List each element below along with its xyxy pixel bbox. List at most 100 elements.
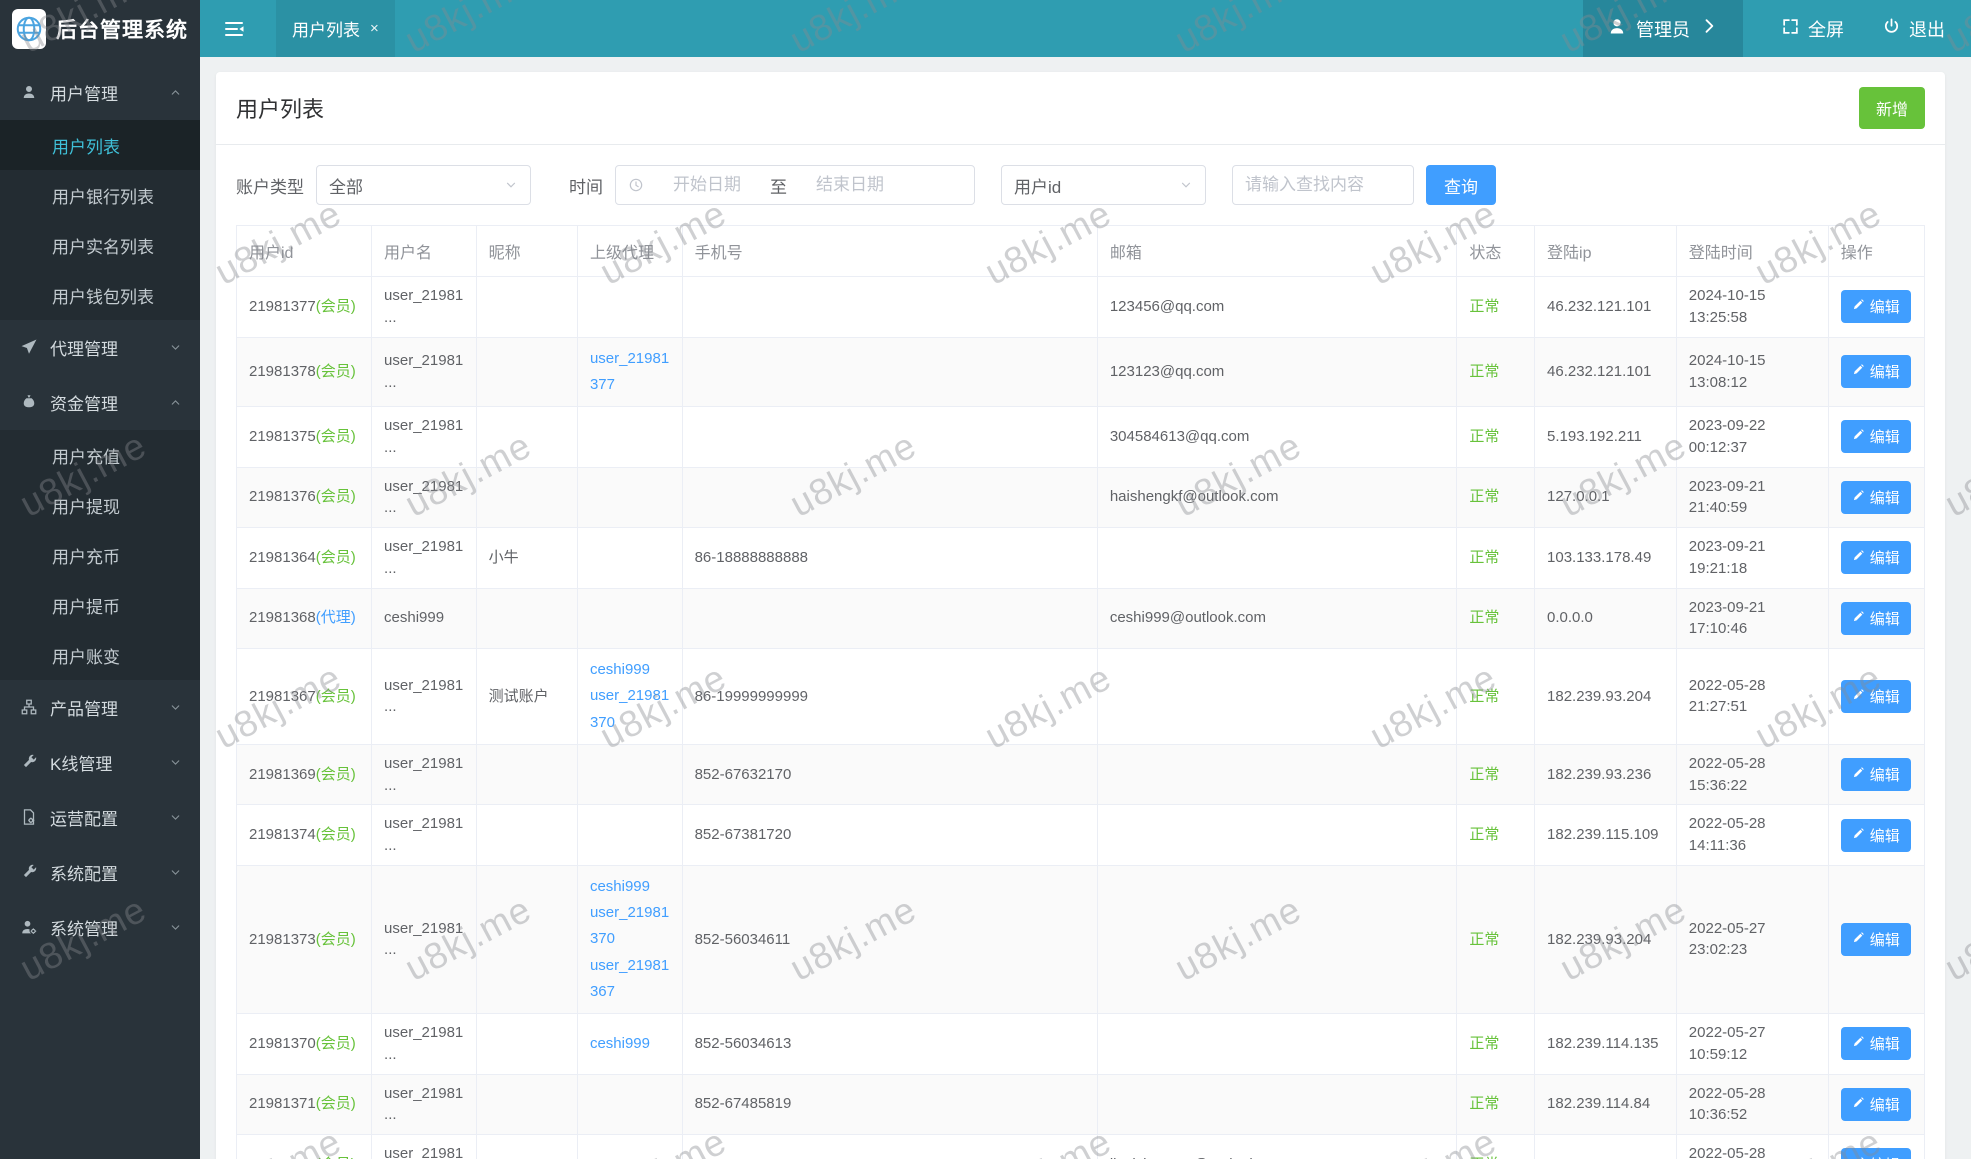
keyword-input[interactable] [1232, 165, 1414, 205]
card-header: 用户列表 新增 [216, 72, 1945, 145]
column-header-9: 操作 [1828, 226, 1924, 277]
date-range-picker[interactable]: 至 [615, 165, 975, 205]
edit-button[interactable]: 编辑 [1841, 819, 1911, 852]
cell-login-ip: 46.232.121.101 [1535, 277, 1677, 338]
status-badge: 正常 [1469, 549, 1499, 566]
filter-bar: 账户类型 全部 时间 至 [216, 145, 1945, 211]
fullscreen-button[interactable]: 全屏 [1781, 16, 1844, 42]
agent-link[interactable]: user_21981370 [590, 683, 670, 736]
tab-close-icon[interactable]: × [370, 20, 379, 37]
cell-phone: 86-19999999999 [682, 649, 1097, 745]
date-start-input[interactable] [648, 175, 766, 195]
user-type-tag: (会员) [316, 298, 356, 315]
search-field-select[interactable]: 用户id [1001, 165, 1206, 205]
chevron-up-icon [169, 396, 182, 409]
cell-login-ip: 182.239.114.135 [1535, 1014, 1677, 1075]
cell-user-id: 21981366(会员) [237, 1135, 372, 1159]
cell-login-ip: 182.239.93.236 [1535, 744, 1677, 805]
edit-button[interactable]: 编辑 [1841, 1148, 1911, 1159]
edit-button[interactable]: 编辑 [1841, 1088, 1911, 1121]
sidebar-subitem-2-4[interactable]: 用户账变 [0, 630, 200, 680]
edit-button[interactable]: 编辑 [1841, 680, 1911, 713]
tab-user-list[interactable]: 用户列表 × [276, 0, 395, 57]
cell-phone [682, 407, 1097, 468]
edit-button[interactable]: 编辑 [1841, 923, 1911, 956]
sidebar-item-0[interactable]: 用户管理 [0, 65, 200, 120]
agent-link[interactable]: ceshi999 [590, 874, 670, 900]
chevron-down-icon [169, 701, 182, 714]
sidebar-item-2[interactable]: 资金管理 [0, 375, 200, 430]
date-separator: 至 [770, 173, 787, 198]
sidebar-item-label: 系统管理 [50, 915, 118, 940]
sidebar-item-7[interactable]: 系统管理 [0, 900, 200, 955]
sidebar-subitem-0-2[interactable]: 用户实名列表 [0, 220, 200, 270]
edit-button[interactable]: 编辑 [1841, 758, 1911, 791]
pencil-icon [1852, 363, 1865, 380]
edit-button[interactable]: 编辑 [1841, 355, 1911, 388]
cell-status: 正常 [1457, 528, 1535, 589]
cell-email [1097, 1014, 1457, 1075]
cell-parent-agent [577, 467, 682, 528]
edit-button[interactable]: 编辑 [1841, 1027, 1911, 1060]
edit-button[interactable]: 编辑 [1841, 290, 1911, 323]
sidebar-subitem-0-3[interactable]: 用户钱包列表 [0, 270, 200, 320]
page-title: 用户列表 [236, 92, 324, 124]
cell-actions: 编辑 [1828, 1074, 1924, 1135]
cell-login-time: 2022-05-28 14:11:36 [1676, 805, 1828, 866]
column-header-1: 用户名 [372, 226, 477, 277]
cell-status: 正常 [1457, 588, 1535, 649]
sidebar-subitem-0-1[interactable]: 用户银行列表 [0, 170, 200, 220]
sidebar-subitem-2-2[interactable]: 用户充币 [0, 530, 200, 580]
cell-nickname [476, 865, 577, 1013]
agent-link[interactable]: ceshi999 [590, 1031, 670, 1057]
sidebar-subitem-2-3[interactable]: 用户提币 [0, 580, 200, 630]
user-id-value: 21981378 [249, 363, 316, 380]
edit-button[interactable]: 编辑 [1841, 420, 1911, 453]
sidebar-item-label: K线管理 [50, 750, 112, 775]
sidebar-subitem-2-1[interactable]: 用户提现 [0, 480, 200, 530]
cell-login-time: 2022-05-28 21:27:51 [1676, 649, 1828, 745]
agent-link[interactable]: user_21981367 [590, 953, 670, 1006]
cell-email: 123123@qq.com [1097, 337, 1457, 407]
date-end-input[interactable] [791, 175, 909, 195]
admin-label: 管理员 [1636, 16, 1690, 42]
agent-link[interactable]: user_21981377 [590, 346, 670, 399]
add-button[interactable]: 新增 [1859, 87, 1925, 129]
pencil-icon [1852, 827, 1865, 844]
pencil-icon [1852, 1035, 1865, 1052]
cell-login-time: 2022-05-28 10:36:52 [1676, 1074, 1828, 1135]
agent-link[interactable]: ceshi999 [590, 657, 670, 683]
cell-phone: 852-67632170 [682, 744, 1097, 805]
sidebar-item-4[interactable]: K线管理 [0, 735, 200, 790]
account-type-select[interactable]: 全部 [316, 165, 531, 205]
sidebar-item-5[interactable]: 运营配置 [0, 790, 200, 845]
cell-parent-agent [577, 1074, 682, 1135]
table-row: 21981368(代理)ceshi999ceshi999@outlook.com… [237, 588, 1925, 649]
edit-button[interactable]: 编辑 [1841, 481, 1911, 514]
document-gear-icon [20, 808, 40, 828]
search-button[interactable]: 查询 [1426, 165, 1496, 205]
cell-login-ip: 127.0.0.1 [1535, 467, 1677, 528]
sidebar-subitem-0-0[interactable]: 用户列表 [0, 120, 200, 170]
cell-phone [682, 337, 1097, 407]
sidebar-item-6[interactable]: 系统配置 [0, 845, 200, 900]
sidebar-item-1[interactable]: 代理管理 [0, 320, 200, 375]
edit-button[interactable]: 编辑 [1841, 602, 1911, 635]
cell-user-id: 21981371(会员) [237, 1074, 372, 1135]
table-row: 21981366(会员)user_21981...linzichen999@ou… [237, 1135, 1925, 1159]
menu-fold-icon[interactable] [222, 17, 246, 41]
edit-button[interactable]: 编辑 [1841, 541, 1911, 574]
status-badge: 正常 [1469, 766, 1499, 783]
admin-menu[interactable]: 管理员 [1583, 0, 1743, 57]
cell-nickname [476, 1074, 577, 1135]
sidebar-subitem-2-0[interactable]: 用户充值 [0, 430, 200, 480]
agent-link[interactable]: user_21981370 [590, 900, 670, 953]
cell-login-ip: 182.239.115.109 [1535, 805, 1677, 866]
cell-username: user_21981... [372, 865, 477, 1013]
edit-button-label: 编辑 [1870, 426, 1900, 447]
status-badge: 正常 [1469, 298, 1499, 315]
logout-button[interactable]: 退出 [1882, 16, 1945, 42]
table-row: 21981364(会员)user_21981...小牛86-1888888888… [237, 528, 1925, 589]
user-id-value: 21981369 [249, 766, 316, 783]
sidebar-item-3[interactable]: 产品管理 [0, 680, 200, 735]
